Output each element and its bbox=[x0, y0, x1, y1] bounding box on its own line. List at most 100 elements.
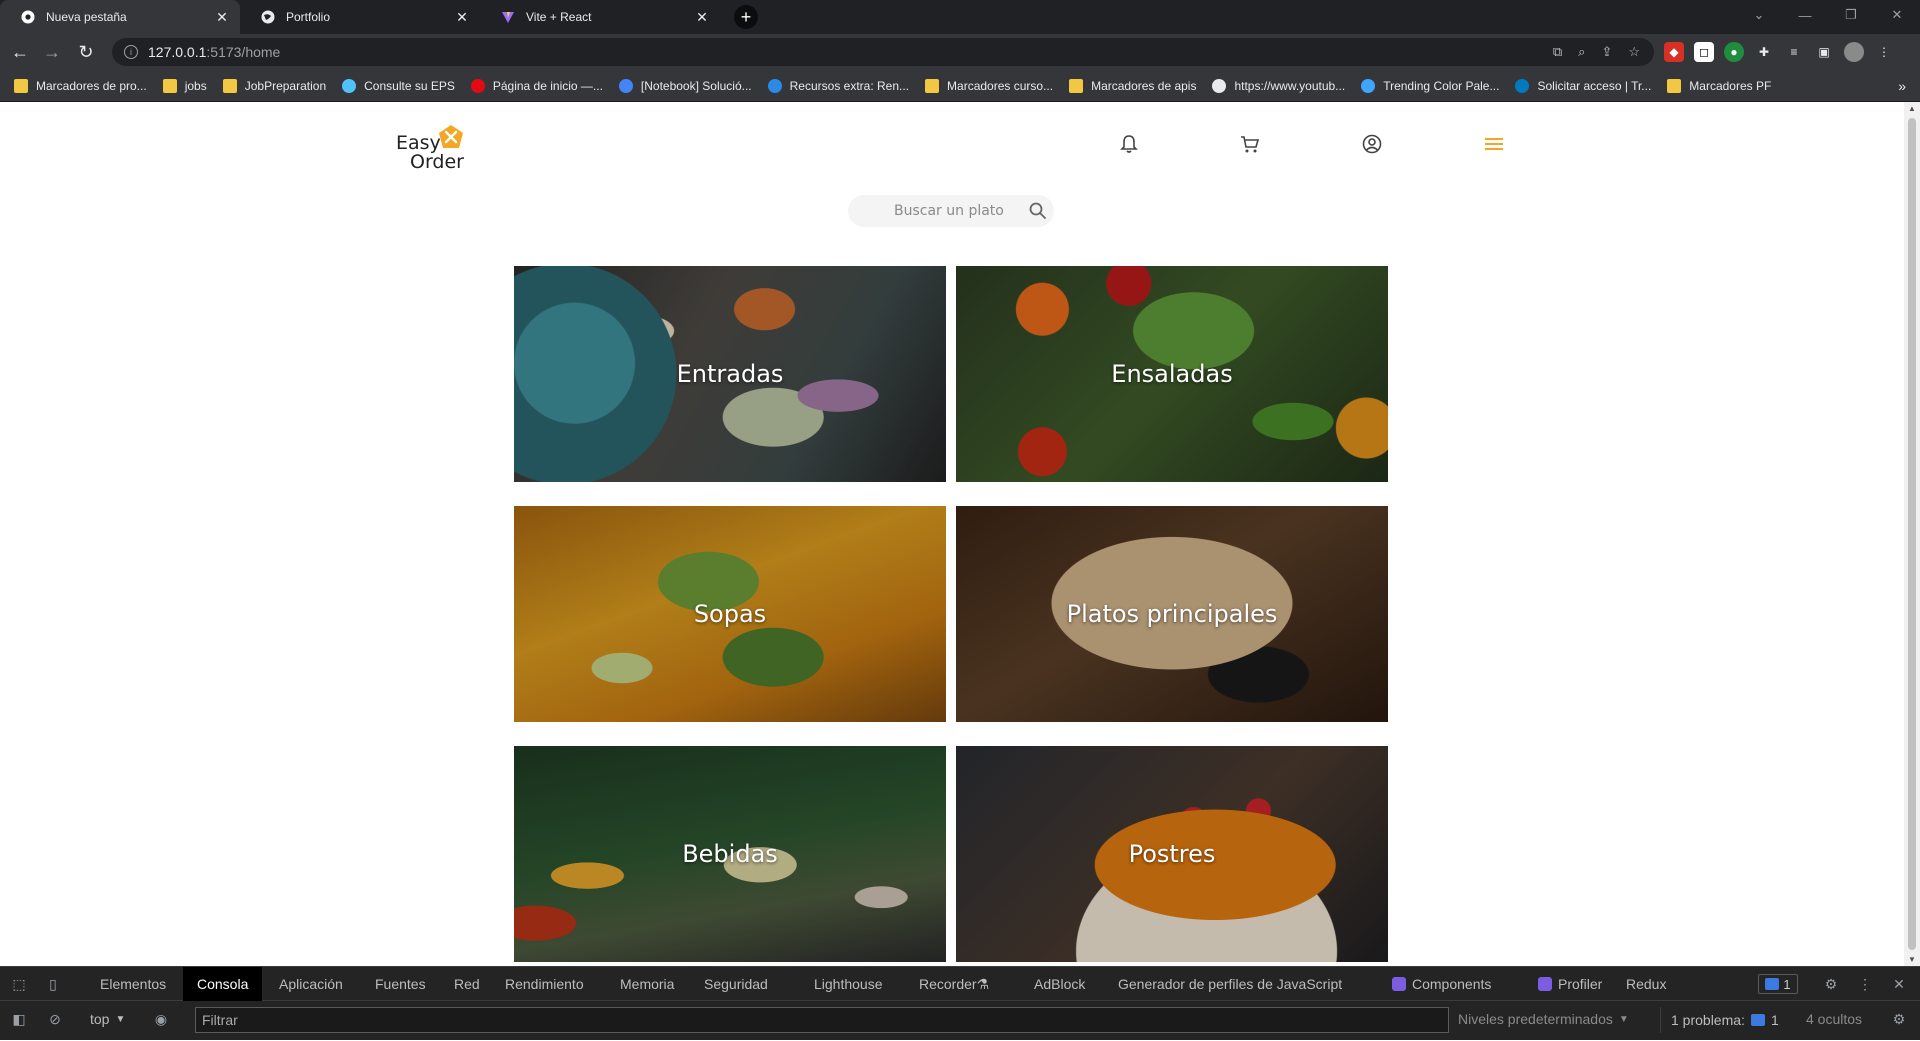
folder-icon bbox=[14, 78, 28, 93]
bookmark-item[interactable]: [Notebook] Solució... bbox=[618, 78, 752, 93]
close-devtools-icon[interactable]: ✕ bbox=[1890, 975, 1908, 993]
avatar[interactable] bbox=[1844, 42, 1864, 62]
netflix-icon bbox=[470, 78, 485, 93]
devtools-tab[interactable]: Generador de perfiles de JavaScript bbox=[1104, 967, 1356, 1001]
bookmark-item[interactable]: Marcadores PF bbox=[1667, 78, 1771, 93]
bookmark-item[interactable]: Trending Color Pale... bbox=[1361, 78, 1499, 93]
search-icon[interactable] bbox=[1028, 201, 1048, 221]
bookmark-item[interactable]: Marcadores curso... bbox=[925, 78, 1053, 93]
devtools-tab[interactable]: Memoria bbox=[606, 967, 688, 1001]
scroll-down-icon[interactable]: ▼ bbox=[1908, 955, 1916, 964]
side-panel-icon[interactable]: ▣ bbox=[1814, 42, 1834, 62]
bookmark-label: jobs bbox=[184, 78, 207, 93]
bookmark-item[interactable]: Recursos extra: Ren... bbox=[767, 78, 909, 93]
inspect-element-icon[interactable]: ⬚ bbox=[10, 975, 28, 993]
problems-indicator[interactable]: 1 problema: 1 bbox=[1660, 1007, 1779, 1033]
devtools-tab[interactable]: AdBlock bbox=[1020, 967, 1099, 1001]
browser-tab[interactable]: Nueva pestaña ✕ bbox=[0, 0, 240, 34]
scrollbar-thumb[interactable] bbox=[1908, 118, 1916, 950]
scroll-up-icon[interactable]: ▲ bbox=[1908, 104, 1916, 113]
console-settings-gear-icon[interactable]: ⚙ bbox=[1890, 1010, 1908, 1028]
devtools-tab[interactable]: Aplicación bbox=[265, 967, 357, 1001]
circle-icon bbox=[767, 78, 782, 93]
log-levels-dropdown[interactable]: Niveles predeterminados ▼ bbox=[1458, 1011, 1629, 1027]
live-expression-eye-icon[interactable]: ◉ bbox=[152, 1010, 170, 1028]
settings-gear-icon[interactable]: ⚙ bbox=[1822, 975, 1840, 993]
bookmark-label: Marcadores de apis bbox=[1091, 78, 1197, 93]
browser-tab[interactable]: Portfolio ✕ bbox=[240, 0, 480, 34]
page-scrollbar[interactable]: ▲ ▼ bbox=[1904, 102, 1920, 966]
clear-console-icon[interactable]: ⊘ bbox=[46, 1010, 64, 1028]
extension-icon[interactable]: ● bbox=[1724, 42, 1744, 62]
category-card-sopas[interactable]: Sopas bbox=[514, 506, 946, 722]
forward-icon[interactable]: → bbox=[40, 40, 64, 64]
info-icon[interactable]: i bbox=[124, 45, 138, 59]
devtools-tab[interactable]: Recorder ⚗ bbox=[905, 967, 1003, 1001]
devtools-tab[interactable]: Rendimiento bbox=[491, 967, 598, 1001]
category-card-platos-principales[interactable]: Platos principales bbox=[956, 506, 1388, 722]
reading-list-icon[interactable]: ≡ bbox=[1784, 42, 1804, 62]
easy-order-logo[interactable]: Easy Order bbox=[394, 124, 468, 174]
devtools-tab[interactable]: Redux bbox=[1612, 967, 1680, 1001]
bell-icon[interactable] bbox=[1117, 132, 1141, 156]
bookmark-star-icon[interactable]: ☆ bbox=[1628, 44, 1640, 60]
bookmark-item[interactable]: Marcadores de pro... bbox=[14, 78, 147, 93]
devtools-tab[interactable]: Lighthouse bbox=[800, 967, 897, 1001]
sidebar-toggle-icon[interactable]: ◧ bbox=[10, 1010, 28, 1028]
issues-badge[interactable]: 1 bbox=[1758, 974, 1798, 994]
bookmark-item[interactable]: Página de inicio —... bbox=[470, 78, 603, 93]
devtools-tab[interactable]: Fuentes bbox=[361, 967, 440, 1001]
close-tab-icon[interactable]: ✕ bbox=[214, 9, 230, 25]
browser-tab[interactable]: Vite + React ✕ bbox=[480, 0, 720, 34]
puzzle-icon[interactable]: ✚ bbox=[1754, 42, 1774, 62]
reload-icon[interactable]: ↻ bbox=[74, 40, 98, 64]
user-account-icon[interactable] bbox=[1360, 132, 1384, 156]
share-icon[interactable]: ⇪ bbox=[1601, 44, 1612, 60]
devtools-tab[interactable]: Consola bbox=[183, 967, 263, 1001]
bookmark-item[interactable]: Marcadores de apis bbox=[1069, 78, 1197, 93]
close-window-icon[interactable]: ✕ bbox=[1874, 0, 1920, 30]
devtools-tab[interactable]: Red bbox=[440, 967, 494, 1001]
bookmark-item[interactable]: Solicitar acceso | Tr... bbox=[1515, 78, 1651, 93]
devtools-tab[interactable]: Elementos bbox=[86, 967, 180, 1001]
bookmark-item[interactable]: JobPreparation bbox=[222, 78, 326, 93]
url-path: :5173/home bbox=[206, 44, 281, 60]
category-card-postres[interactable]: Postres bbox=[956, 746, 1388, 962]
bookmark-item[interactable]: https://www.youtub... bbox=[1212, 78, 1345, 93]
search-input[interactable] bbox=[848, 195, 1018, 227]
devtools-tab[interactable]: Profiler bbox=[1524, 967, 1616, 1001]
new-tab-button[interactable]: + bbox=[734, 5, 758, 29]
hamburger-menu-icon[interactable] bbox=[1482, 132, 1506, 156]
back-icon[interactable]: ← bbox=[8, 40, 32, 64]
tab-title: Nueva pestaña bbox=[46, 10, 127, 24]
restore-icon[interactable]: ❐ bbox=[1828, 0, 1874, 30]
translate-icon[interactable]: ⧉ bbox=[1553, 44, 1562, 60]
close-tab-icon[interactable]: ✕ bbox=[454, 9, 470, 25]
bookmark-label: Página de inicio —... bbox=[492, 78, 603, 93]
extension-icon[interactable]: ◆ bbox=[1664, 42, 1684, 62]
category-card-ensaladas[interactable]: Ensaladas bbox=[956, 266, 1388, 482]
devtools-tab[interactable]: Components bbox=[1378, 967, 1505, 1001]
devtools-tab-label: Red bbox=[454, 976, 480, 992]
extension-icon[interactable]: ◻ bbox=[1694, 42, 1714, 62]
close-tab-icon[interactable]: ✕ bbox=[694, 9, 710, 25]
react-devtools-icon bbox=[1538, 977, 1552, 991]
category-card-entradas[interactable]: Entradas bbox=[514, 266, 946, 482]
context-selector[interactable]: top ▼ bbox=[90, 1011, 125, 1027]
device-toolbar-icon[interactable]: ▯ bbox=[44, 975, 62, 993]
cart-icon[interactable] bbox=[1238, 132, 1262, 156]
more-bookmarks-icon[interactable]: » bbox=[1898, 78, 1906, 94]
menu-kebab-icon[interactable]: ⋮ bbox=[1874, 42, 1894, 62]
address-bar[interactable]: i 127.0.0.1:5173/home ⧉ ⌕ ⇪ ☆ bbox=[112, 38, 1654, 66]
experiment-flask-icon: ⚗ bbox=[976, 975, 990, 992]
zoom-icon[interactable]: ⌕ bbox=[1578, 44, 1585, 60]
bookmark-item[interactable]: Consulte su EPS bbox=[342, 78, 455, 93]
devtools-tab[interactable]: Seguridad bbox=[690, 967, 782, 1001]
category-card-bebidas[interactable]: Bebidas bbox=[514, 746, 946, 962]
filter-input[interactable] bbox=[196, 1008, 1448, 1032]
bookmark-item[interactable]: jobs bbox=[162, 78, 207, 93]
devtools-menu-icon[interactable]: ⋮ bbox=[1856, 975, 1874, 993]
minimize-icon[interactable]: — bbox=[1782, 0, 1828, 30]
tab-search-icon[interactable]: ⌄ bbox=[1736, 0, 1782, 30]
url-host: 127.0.0.1 bbox=[148, 44, 207, 60]
